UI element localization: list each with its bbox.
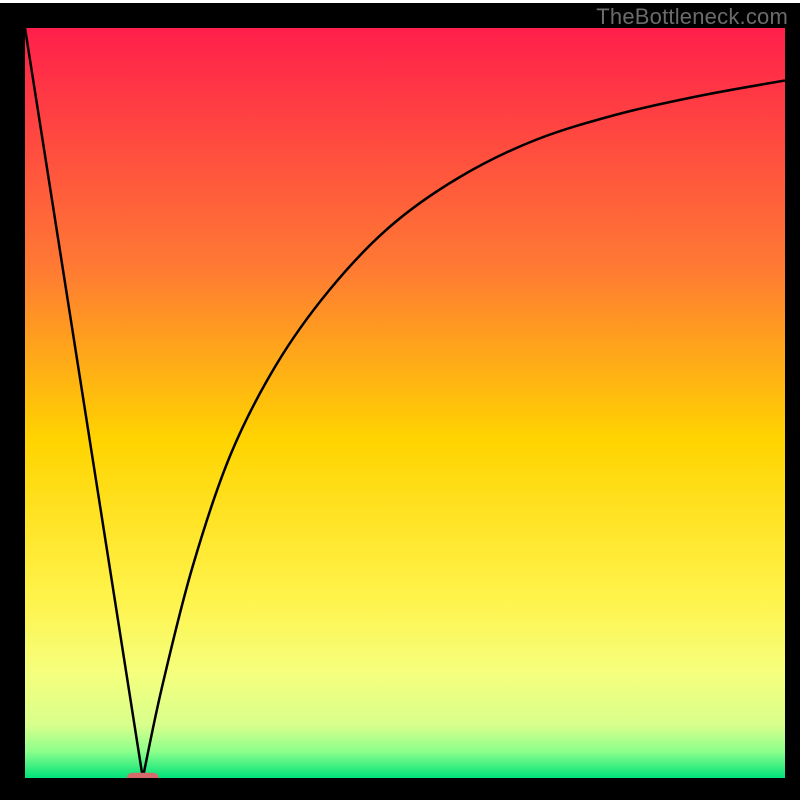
gradient-background [25, 28, 785, 778]
watermark-label: TheBottleneck.com [596, 4, 788, 30]
bottleneck-chart [0, 0, 800, 800]
chart-container: TheBottleneck.com [0, 0, 800, 800]
